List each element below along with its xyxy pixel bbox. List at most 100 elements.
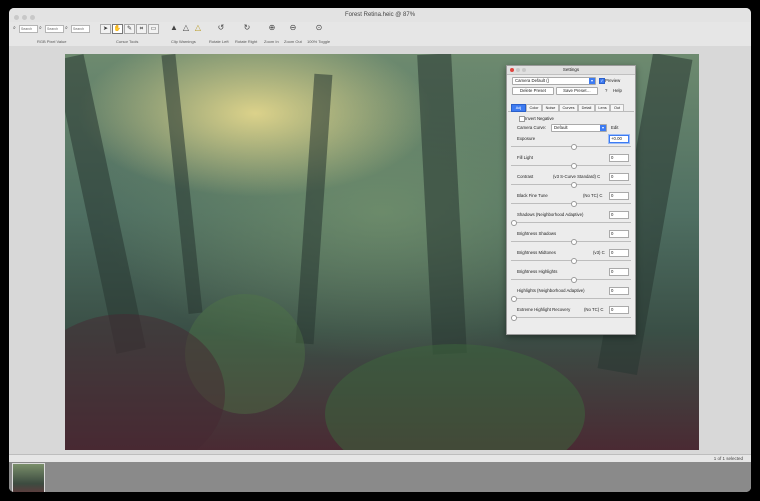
app-window: Forest Retina.heic @ 87% ⌕ Search ⌕ Sear…	[9, 8, 751, 492]
shadows-value[interactable]: 0	[609, 211, 629, 219]
zoom-out-button[interactable]: ⊖	[288, 23, 298, 33]
crop-tool-button[interactable]: ⌗	[136, 24, 147, 34]
title-bar: Forest Retina.heic @ 87%	[9, 8, 751, 22]
extreme-highlight-label: Extreme Highlight Recovery	[517, 307, 571, 312]
tab-out[interactable]: Out	[610, 104, 624, 112]
pixel-b-field[interactable]: Search	[71, 25, 90, 33]
zoom-icon[interactable]	[522, 68, 526, 72]
camera-curve-value: Default	[554, 125, 568, 130]
rotate-left-button[interactable]: ↺	[216, 23, 226, 33]
settings-tabs: Adj Color Noise Curves Detail Lens Out	[508, 104, 634, 112]
fill-light-slider-knob[interactable]	[571, 163, 577, 169]
brightness-midtones-value[interactable]: 0	[609, 249, 629, 257]
question-icon[interactable]: ?	[605, 88, 607, 93]
delete-preset-button[interactable]: Delete Preset	[512, 87, 554, 95]
rotate-left-icon: ↺	[217, 23, 225, 32]
selection-count: 1 of 1 selected	[713, 456, 743, 461]
zoom-100-icon: ⊙	[315, 23, 323, 32]
tab-detail[interactable]: Detail	[578, 104, 595, 112]
contrast-label: Contrast	[517, 174, 534, 179]
filmstrip	[9, 462, 751, 492]
extreme-highlight-slider[interactable]	[511, 315, 631, 321]
brightness-shadows-slider[interactable]	[511, 239, 631, 245]
brightness-highlights-slider-knob[interactable]	[571, 277, 577, 283]
clip-highlights-button[interactable]: △	[181, 23, 191, 33]
eyedropper-icon: ✎	[126, 26, 133, 32]
highlights-slider-knob[interactable]	[511, 296, 517, 302]
zoom-in-label: Zoom In	[264, 39, 279, 44]
black-fine-tune-mode[interactable]: (No TC) C	[583, 193, 603, 198]
extreme-highlight-value[interactable]: 0	[609, 306, 629, 314]
shadows-slider-knob[interactable]	[511, 220, 517, 226]
contrast-slider[interactable]	[511, 182, 631, 188]
camera-curve-select[interactable]: Default ▾	[551, 124, 607, 132]
highlights-slider[interactable]	[511, 296, 631, 302]
brightness-shadows-slider-knob[interactable]	[571, 239, 577, 245]
zoom-in-button[interactable]: ⊕	[267, 23, 277, 33]
close-icon[interactable]	[510, 68, 514, 72]
tab-curves[interactable]: Curves	[559, 104, 578, 112]
black-fine-tune-slider-knob[interactable]	[571, 201, 577, 207]
exposure-slider-knob[interactable]	[571, 144, 577, 150]
shadows-slider[interactable]	[511, 220, 631, 226]
rotate-right-label: Rotate Right	[235, 39, 258, 44]
contrast-slider-knob[interactable]	[571, 182, 577, 188]
preset-select[interactable]: Camera Default () ▾	[512, 77, 596, 85]
brightness-shadows-value[interactable]: 0	[609, 230, 629, 238]
brightness-highlights-value[interactable]: 0	[609, 268, 629, 276]
invert-negative-label: Invert Negative	[525, 116, 554, 121]
tab-color[interactable]: Color	[526, 104, 542, 112]
save-preset-button[interactable]: Save Preset…	[556, 87, 598, 95]
brightness-shadows-label: Brightness Shadows	[517, 231, 557, 236]
brightness-midtones-slider-knob[interactable]	[571, 258, 577, 264]
extreme-highlight-mode[interactable]: (No TC) C	[584, 307, 604, 312]
brightness-highlights-slider[interactable]	[511, 277, 631, 283]
black-fine-tune-value[interactable]: 0	[609, 192, 629, 200]
rotate-right-button[interactable]: ↻	[242, 23, 252, 33]
help-button[interactable]: Help	[613, 88, 622, 93]
eyedropper-tool-button[interactable]: ✎	[124, 24, 135, 34]
clip-warnings-label: Clip Warnings	[171, 39, 196, 44]
hand-tool-button[interactable]: ✋	[112, 24, 123, 34]
close-window-button[interactable]	[14, 15, 19, 20]
black-fine-tune-slider[interactable]	[511, 201, 631, 207]
crop-icon: ⌗	[139, 26, 144, 32]
minimize-window-button[interactable]	[22, 15, 27, 20]
extreme-highlight-slider-knob[interactable]	[511, 315, 517, 321]
pixel-g-field[interactable]: Search	[45, 25, 64, 33]
minimize-icon[interactable]	[516, 68, 520, 72]
image-canvas[interactable]	[9, 46, 751, 454]
zoom-out-icon: ⊖	[289, 23, 297, 32]
pixel-r-field[interactable]: Search	[19, 25, 38, 33]
fill-light-value[interactable]: 0	[609, 154, 629, 162]
compare-tool-button[interactable]: ▭	[148, 24, 159, 34]
tab-lens[interactable]: Lens	[595, 104, 610, 112]
contrast-value[interactable]: 0	[609, 173, 629, 181]
preview-label: Preview	[605, 78, 621, 83]
clip-color-button[interactable]: △	[193, 23, 203, 33]
exposure-slider[interactable]	[511, 144, 631, 150]
arrow-tool-button[interactable]: ➤	[100, 24, 111, 34]
brightness-midtones-mode[interactable]: (v3) C	[593, 250, 605, 255]
contrast-mode[interactable]: (v3 S-Curve Standard) C	[553, 174, 600, 179]
toggle-100-button[interactable]: ⊙	[314, 23, 324, 33]
brightness-midtones-slider[interactable]	[511, 258, 631, 264]
arrow-cursor-icon: ➤	[102, 26, 109, 32]
zoom-window-button[interactable]	[30, 15, 35, 20]
fill-light-slider[interactable]	[511, 163, 631, 169]
cursor-tools-label: Cursor Tools	[116, 39, 139, 44]
brightness-highlights-label: Brightness Highlights	[517, 269, 558, 274]
rotate-left-label: Rotate Left	[209, 39, 229, 44]
warning-outline-icon: △	[182, 23, 190, 32]
tab-adj[interactable]: Adj	[511, 104, 526, 112]
edit-curve-button[interactable]: Edit	[611, 125, 618, 130]
highlights-value[interactable]: 0	[609, 287, 629, 295]
rgb-pixel-value-label: RGB Pixel Value	[37, 39, 67, 44]
thumbnail-forest[interactable]	[12, 463, 45, 492]
clip-shadows-button[interactable]: ▲	[169, 23, 179, 33]
highlights-label: Highlights (Neighborhood Adaptive)	[517, 288, 585, 293]
chevron-down-icon: ▾	[600, 125, 606, 131]
exposure-value[interactable]: +0.00	[609, 135, 629, 143]
preset-value: Camera Default ()	[515, 78, 550, 83]
tab-noise[interactable]: Noise	[542, 104, 559, 112]
